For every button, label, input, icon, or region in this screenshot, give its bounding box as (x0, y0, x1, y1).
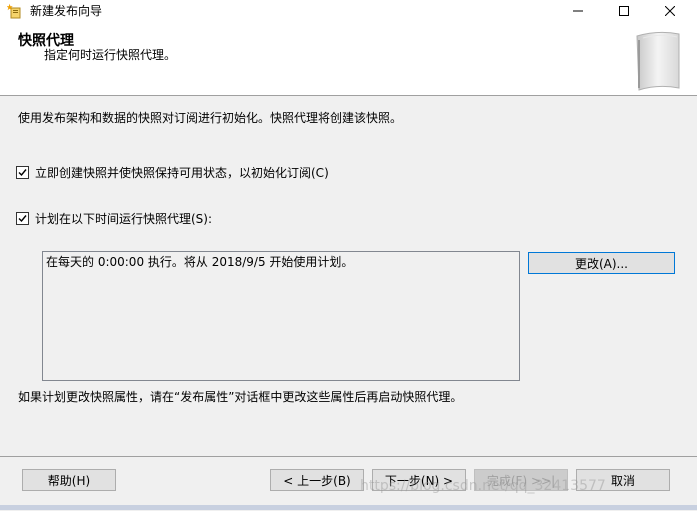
wizard-header: 快照代理 指定何时运行快照代理。 (0, 22, 697, 96)
close-button[interactable] (647, 0, 693, 22)
minimize-button[interactable] (555, 0, 601, 22)
immediate-snapshot-checkbox[interactable] (16, 166, 29, 179)
schedule-snapshot-option[interactable]: 计划在以下时间运行快照代理(S): (16, 210, 212, 227)
change-schedule-button[interactable]: 更改(A)... (528, 252, 675, 274)
checkmark-icon (18, 215, 27, 223)
immediate-snapshot-label: 立即创建快照并使快照保持可用状态，以初始化订阅(C) (35, 166, 329, 180)
footer-note: 如果计划更改快照属性，请在“发布属性”对话框中更改这些属性后再启动快照代理。 (18, 390, 463, 404)
next-button[interactable]: 下一步(N) > (372, 469, 466, 491)
immediate-snapshot-option[interactable]: 立即创建快照并使快照保持可用状态，以初始化订阅(C) (16, 164, 329, 181)
cancel-button[interactable]: 取消 (576, 469, 670, 491)
wizard-icon (6, 3, 23, 19)
description-text: 使用发布架构和数据的快照对订阅进行初始化。快照代理将创建该快照。 (18, 111, 403, 125)
schedule-snapshot-label: 计划在以下时间运行快照代理(S): (35, 212, 213, 226)
wizard-content: 使用发布架构和数据的快照对订阅进行初始化。快照代理将创建该快照。 立即创建快照并… (0, 96, 697, 456)
taskbar-strip (0, 505, 697, 510)
schedule-text: 在每天的 0:00:00 执行。将从 2018/9/5 开始使用计划。 (46, 255, 354, 269)
help-button[interactable]: 帮助(H) (22, 469, 116, 491)
book-graphic-icon (636, 31, 680, 91)
page-subtitle: 指定何时运行快照代理。 (44, 48, 177, 62)
page-title: 快照代理 (18, 33, 74, 49)
finish-button[interactable]: 完成(F) >>| (474, 469, 568, 491)
wizard-window: 新建发布向导 快照代理 指定何时运行快照代理。 使用发布架构和数据的快照对订阅进… (0, 0, 697, 511)
minimize-icon (573, 10, 583, 12)
close-icon (665, 6, 675, 16)
checkmark-icon (18, 169, 27, 177)
schedule-snapshot-checkbox[interactable] (16, 212, 29, 225)
schedule-description-box: 在每天的 0:00:00 执行。将从 2018/9/5 开始使用计划。 (42, 251, 520, 381)
back-button[interactable]: < 上一步(B) (270, 469, 364, 491)
maximize-button[interactable] (601, 0, 647, 22)
maximize-icon (619, 6, 629, 16)
window-title: 新建发布向导 (30, 4, 103, 18)
title-bar: 新建发布向导 (0, 0, 697, 22)
